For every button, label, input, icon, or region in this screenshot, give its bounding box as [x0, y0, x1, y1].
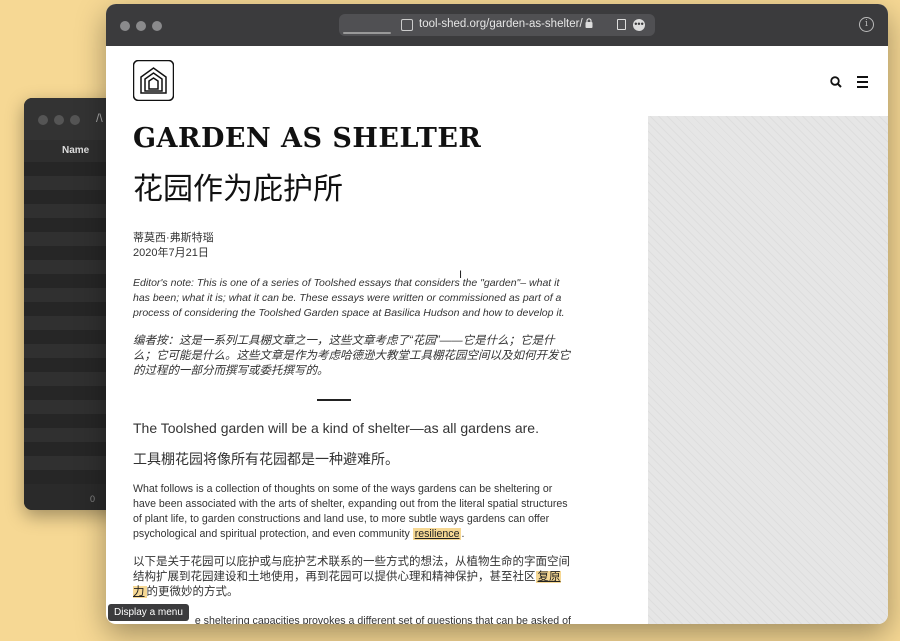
lead-paragraph-zh: 工具棚花园将像所有花园都是一种避难所。 — [133, 450, 399, 467]
site-header — [106, 46, 888, 116]
body-paragraph-2-text: e sheltering capacities provokes a diffe… — [194, 614, 571, 625]
zoom-window-icon[interactable] — [152, 21, 162, 31]
body-paragraph-zh: 以下是关于花园可以庇护或与庇护艺术联系的一些方式的想法，从植物生命的字面空间结构… — [133, 555, 573, 600]
info-icon[interactable]: i — [859, 17, 874, 32]
body-paragraph-2-en: e sheltering capacities provokes a diffe… — [133, 614, 573, 625]
body-paragraph-en-end: . — [461, 527, 465, 540]
browser-toolbar: tool-shed.org/garden-as-shelter/ ••• i — [106, 4, 888, 46]
toolshed-logo-icon[interactable] — [132, 59, 175, 106]
article-title-zh: 花园作为庇护所 — [133, 173, 343, 206]
close-dot-icon[interactable] — [38, 115, 48, 125]
browser-window[interactable]: tool-shed.org/garden-as-shelter/ ••• i G… — [106, 4, 888, 624]
editors-note-zh: 编者按：这是一系列工具棚文章之一，这些文章考虑了“花园”——它是什么；它是什么；… — [133, 335, 570, 377]
body-paragraph-en-text: What follows is a collection of thoughts… — [133, 482, 568, 540]
minimize-window-icon[interactable] — [136, 21, 146, 31]
tab-indicator — [343, 32, 391, 34]
resilience-link[interactable]: resilience — [412, 527, 462, 540]
minimize-dot-icon[interactable] — [54, 115, 64, 125]
lead-paragraph-en: The Toolshed garden will be a kind of sh… — [133, 419, 539, 436]
editors-note-en: Editor's note: This is one of a series o… — [133, 277, 565, 319]
sidebar-background — [648, 116, 888, 624]
tooltip: Display a menu — [108, 604, 189, 621]
body-paragraph-zh-end: 的更微妙的方式。 — [146, 585, 239, 598]
zoom-dot-icon[interactable] — [70, 115, 80, 125]
lock-icon — [585, 18, 593, 31]
hamburger-menu-icon[interactable] — [857, 76, 868, 91]
article-meta: 蒂莫西·弗斯特瑙 2020年7月21日 — [133, 231, 573, 261]
name-column-label: Name — [62, 145, 90, 156]
article-date: 2020年7月21日 — [133, 247, 209, 259]
article-author: 蒂莫西·弗斯特瑙 — [133, 232, 214, 244]
finder-item-count: 0 — [90, 494, 96, 504]
body-paragraph-zh-text: 以下是关于花园可以庇护或与庇护艺术联系的一些方式的想法，从植物生命的字面空间结构… — [133, 555, 570, 583]
section-divider — [317, 399, 351, 401]
article-title-en: GARDEN AS SHELTER — [133, 123, 482, 154]
close-window-icon[interactable] — [120, 21, 130, 31]
site-favicon-icon — [401, 19, 413, 31]
search-icon[interactable] — [830, 75, 842, 93]
finder-title: /\ — [96, 111, 103, 125]
article-body: GARDEN AS SHELTER 花园作为庇护所 蒂莫西·弗斯特瑙 2020年… — [133, 116, 573, 624]
body-paragraph-en: What follows is a collection of thoughts… — [133, 482, 573, 542]
reader-view-icon[interactable] — [617, 19, 626, 30]
more-options-icon[interactable]: ••• — [633, 19, 645, 31]
text-cursor-icon: I — [459, 269, 463, 281]
url-text[interactable]: tool-shed.org/garden-as-shelter/ — [419, 18, 583, 30]
address-bar[interactable]: tool-shed.org/garden-as-shelter/ ••• — [339, 14, 655, 36]
